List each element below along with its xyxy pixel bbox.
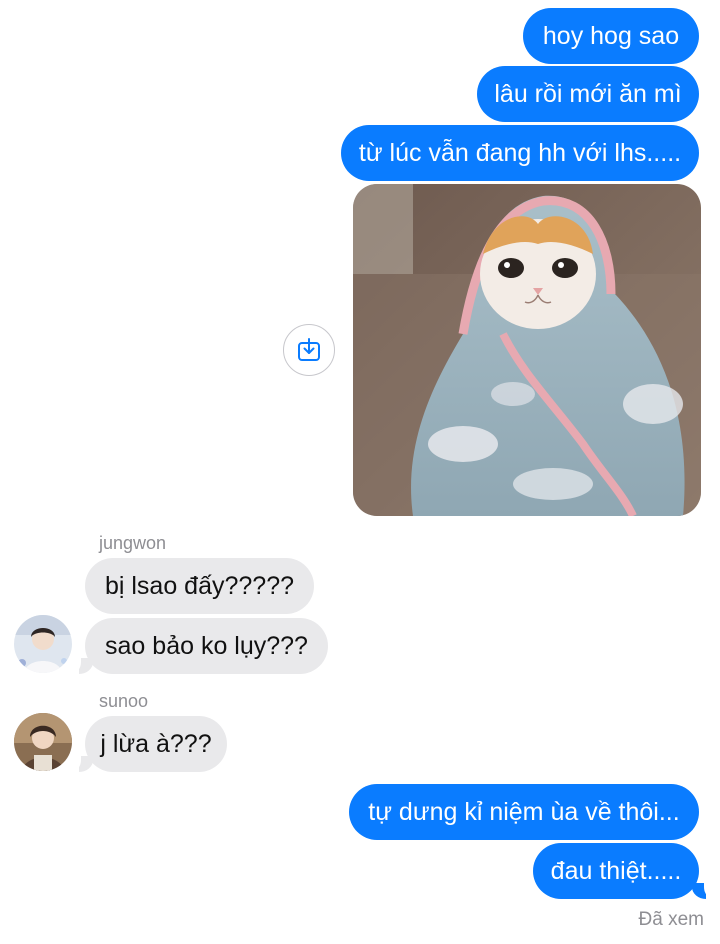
message-text: hoy hog sao [542, 22, 680, 50]
sender-name: jungwon [99, 533, 167, 553]
incoming-message-bubble[interactable]: bị lsao đấy????? [85, 558, 314, 614]
outgoing-message-bubble[interactable]: tự dưng kỉ niệm ùa về thôi... [349, 784, 699, 840]
avatar-jungwon[interactable] [14, 615, 72, 673]
save-image-button[interactable] [283, 324, 335, 376]
outgoing-message-bubble[interactable]: đau thiệt..... [533, 843, 699, 899]
bubble-tail [69, 752, 93, 772]
sender-name: sunoo [99, 691, 149, 711]
avatar-sunoo[interactable] [14, 713, 72, 771]
outgoing-message-bubble[interactable]: lâu rồi mới ăn mì [477, 66, 699, 122]
bubble-tail [69, 654, 93, 674]
message-text: j lừa à??? [100, 730, 212, 758]
message-text: từ lúc vẫn đang hh với lhs..... [358, 139, 682, 167]
message-text: tự dưng kỉ niệm ùa về thôi... [368, 798, 680, 826]
message-text: đau thiệt..... [550, 857, 682, 885]
outgoing-message-bubble[interactable]: hoy hog sao [523, 8, 699, 64]
message-text: lâu rồi mới ăn mì [494, 80, 682, 108]
avatar-photo [14, 713, 72, 771]
cat-photo [353, 184, 701, 516]
message-text: bị lsao đấy????? [104, 572, 295, 600]
seen-status: Đã xem [638, 909, 704, 930]
image-message[interactable] [353, 184, 701, 516]
bubble-tail [692, 879, 716, 899]
save-to-photos-icon [298, 338, 320, 361]
incoming-message-bubble[interactable]: sao bảo ko lụy??? [85, 618, 328, 674]
outgoing-message-bubble[interactable]: từ lúc vẫn đang hh với lhs..... [341, 125, 699, 181]
avatar-photo [14, 615, 72, 673]
incoming-message-bubble[interactable]: j lừa à??? [85, 716, 227, 772]
message-text: sao bảo ko lụy??? [105, 632, 308, 660]
